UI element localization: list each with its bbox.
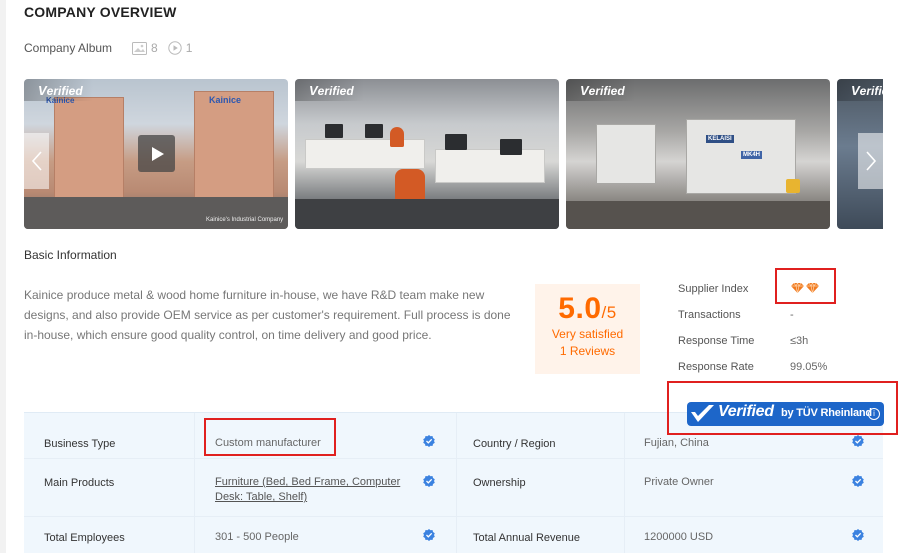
company-description: Kainice produce metal & wood home furnit… bbox=[24, 288, 511, 342]
image-count-value: 8 bbox=[151, 41, 158, 55]
left-page-edge bbox=[0, 0, 6, 553]
ownership-value: Private Owner bbox=[644, 476, 714, 488]
highlight-box-supplier-index bbox=[775, 268, 836, 304]
total-employees-value: 301 - 500 People bbox=[215, 531, 299, 543]
rating-satisfaction: Very satisfied bbox=[551, 327, 624, 341]
verified-check-icon bbox=[423, 529, 435, 541]
factory-sign: Kainice bbox=[209, 95, 242, 105]
video-icon bbox=[168, 41, 182, 55]
main-products-label: Main Products bbox=[44, 477, 115, 489]
verified-tag: Verified bbox=[566, 79, 635, 101]
verified-check-icon bbox=[423, 435, 435, 447]
image-count[interactable]: 8 bbox=[132, 41, 158, 55]
ownership-label: Ownership bbox=[473, 477, 526, 489]
verified-check-icon bbox=[852, 435, 864, 447]
company-overview-page: COMPANY OVERVIEW Company Album 8 1 Kaini… bbox=[0, 0, 900, 553]
play-icon bbox=[151, 146, 164, 161]
album-photo-factory-exterior[interactable]: Kainice Kainice Kainice's Industrial Com… bbox=[24, 79, 288, 229]
image-icon bbox=[132, 41, 148, 55]
verified-tag: Verified bbox=[837, 79, 883, 101]
chevron-right-icon bbox=[865, 151, 876, 171]
company-album-row: Company Album 8 1 bbox=[24, 41, 192, 55]
metric-response-rate: Response Rate 99.05% bbox=[678, 361, 828, 373]
machine-label: MK4H bbox=[741, 151, 763, 159]
page-title: COMPANY OVERVIEW bbox=[24, 4, 177, 20]
verified-tag: Verified bbox=[24, 79, 93, 101]
basic-information-heading: Basic Information bbox=[24, 248, 117, 262]
verified-check-icon bbox=[852, 475, 864, 487]
album-photo-office[interactable]: Verified bbox=[295, 79, 559, 229]
metric-response-time: Response Time ≤3h bbox=[678, 335, 809, 347]
album-label: Company Album bbox=[24, 41, 113, 55]
verified-check-icon bbox=[852, 529, 864, 541]
rating-box: 5.0/5 Very satisfied 1 Reviews bbox=[535, 284, 640, 374]
total-annual-revenue-value: 1200000 USD bbox=[644, 531, 714, 543]
verified-check-icon bbox=[423, 475, 435, 487]
play-video-button[interactable] bbox=[138, 135, 175, 172]
album-photo-workshop[interactable]: MK4H KELAISI Verified bbox=[566, 79, 830, 229]
gallery-next-button[interactable] bbox=[858, 133, 883, 189]
rating-score: 5.0/5 bbox=[558, 292, 617, 325]
highlight-box-business-type bbox=[204, 418, 336, 456]
chevron-left-icon bbox=[31, 151, 42, 171]
verified-tag: Verified bbox=[295, 79, 364, 101]
country-value: Fujian, China bbox=[644, 437, 709, 449]
machine-brand: KELAISI bbox=[706, 135, 734, 143]
country-label: Country / Region bbox=[473, 438, 556, 450]
company-album-gallery: Kainice Kainice Kainice's Industrial Com… bbox=[24, 79, 883, 229]
gallery-prev-button[interactable] bbox=[24, 133, 49, 189]
total-employees-label: Total Employees bbox=[44, 532, 125, 544]
main-products-value[interactable]: Furniture (Bed, Bed Frame, Computer Desk… bbox=[215, 475, 400, 505]
business-type-label: Business Type bbox=[44, 438, 116, 450]
reviews-link[interactable]: 1 Reviews bbox=[535, 344, 640, 358]
metric-transactions: Transactions - bbox=[678, 309, 794, 321]
video-count-value: 1 bbox=[185, 41, 193, 55]
video-count[interactable]: 1 bbox=[168, 41, 193, 55]
highlight-box-tuv bbox=[667, 381, 898, 435]
total-annual-revenue-label: Total Annual Revenue bbox=[473, 532, 581, 544]
photo-caption: Kainice's Industrial Company bbox=[206, 217, 284, 223]
